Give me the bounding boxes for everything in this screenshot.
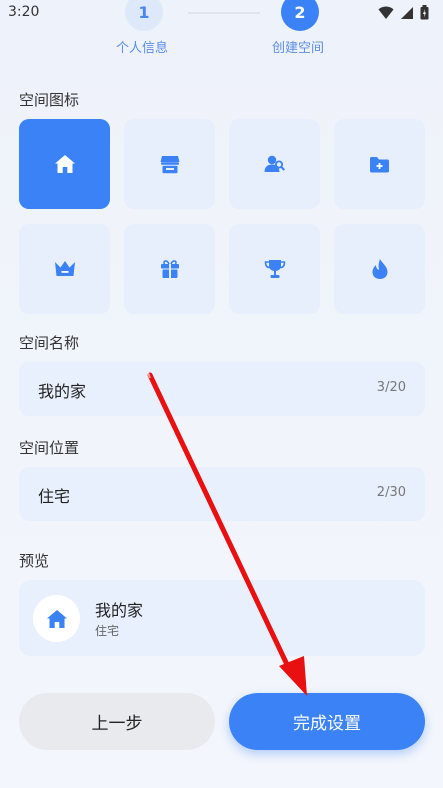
icon-option-flame[interactable] bbox=[334, 224, 425, 314]
space-location-value: 住宅 bbox=[38, 487, 71, 506]
preview-avatar bbox=[33, 595, 80, 642]
icon-option-folder-add[interactable] bbox=[334, 119, 425, 209]
home-icon bbox=[54, 155, 75, 173]
preview-name: 我的家 bbox=[95, 601, 144, 620]
step-2-label: 创建空间 bbox=[272, 41, 325, 56]
finish-setup-button[interactable]: 完成设置 bbox=[229, 693, 425, 750]
icon-option-crown[interactable] bbox=[19, 224, 110, 314]
folder-add-icon bbox=[370, 156, 389, 172]
preview-card: 我的家 住宅 bbox=[19, 580, 425, 656]
icon-option-home[interactable] bbox=[19, 119, 110, 209]
icon-option-gift[interactable] bbox=[124, 224, 215, 314]
step-1-label: 个人信息 bbox=[116, 41, 169, 56]
trophy-icon bbox=[264, 260, 285, 278]
people-icon bbox=[264, 155, 285, 172]
home-icon bbox=[46, 609, 67, 628]
icon-section-title: 空间图标 bbox=[19, 91, 80, 109]
space-name-char-count: 3/20 bbox=[376, 380, 406, 395]
space-name-input[interactable]: 我的家 3/20 bbox=[19, 362, 425, 416]
store-icon bbox=[160, 155, 179, 173]
step-indicator: 1 2 个人信息 创建空间 bbox=[0, 0, 443, 60]
location-section-title: 空间位置 bbox=[19, 439, 80, 457]
preview-location: 住宅 bbox=[95, 624, 120, 638]
step-connector bbox=[188, 12, 260, 14]
space-location-input[interactable]: 住宅 2/30 bbox=[19, 467, 425, 521]
icon-option-store[interactable] bbox=[124, 119, 215, 209]
step-1-circle: 1 bbox=[125, 0, 163, 31]
crown-icon bbox=[54, 261, 75, 276]
gift-icon bbox=[160, 260, 179, 278]
icon-option-trophy[interactable] bbox=[229, 224, 320, 314]
space-name-value: 我的家 bbox=[38, 382, 87, 401]
name-section-title: 空间名称 bbox=[19, 334, 80, 352]
icon-option-people[interactable] bbox=[229, 119, 320, 209]
step-2-circle: 2 bbox=[281, 0, 319, 31]
space-location-char-count: 2/30 bbox=[376, 485, 406, 500]
flame-icon bbox=[372, 259, 387, 279]
previous-step-button[interactable]: 上一步 bbox=[19, 693, 215, 750]
preview-section-title: 预览 bbox=[19, 552, 50, 570]
